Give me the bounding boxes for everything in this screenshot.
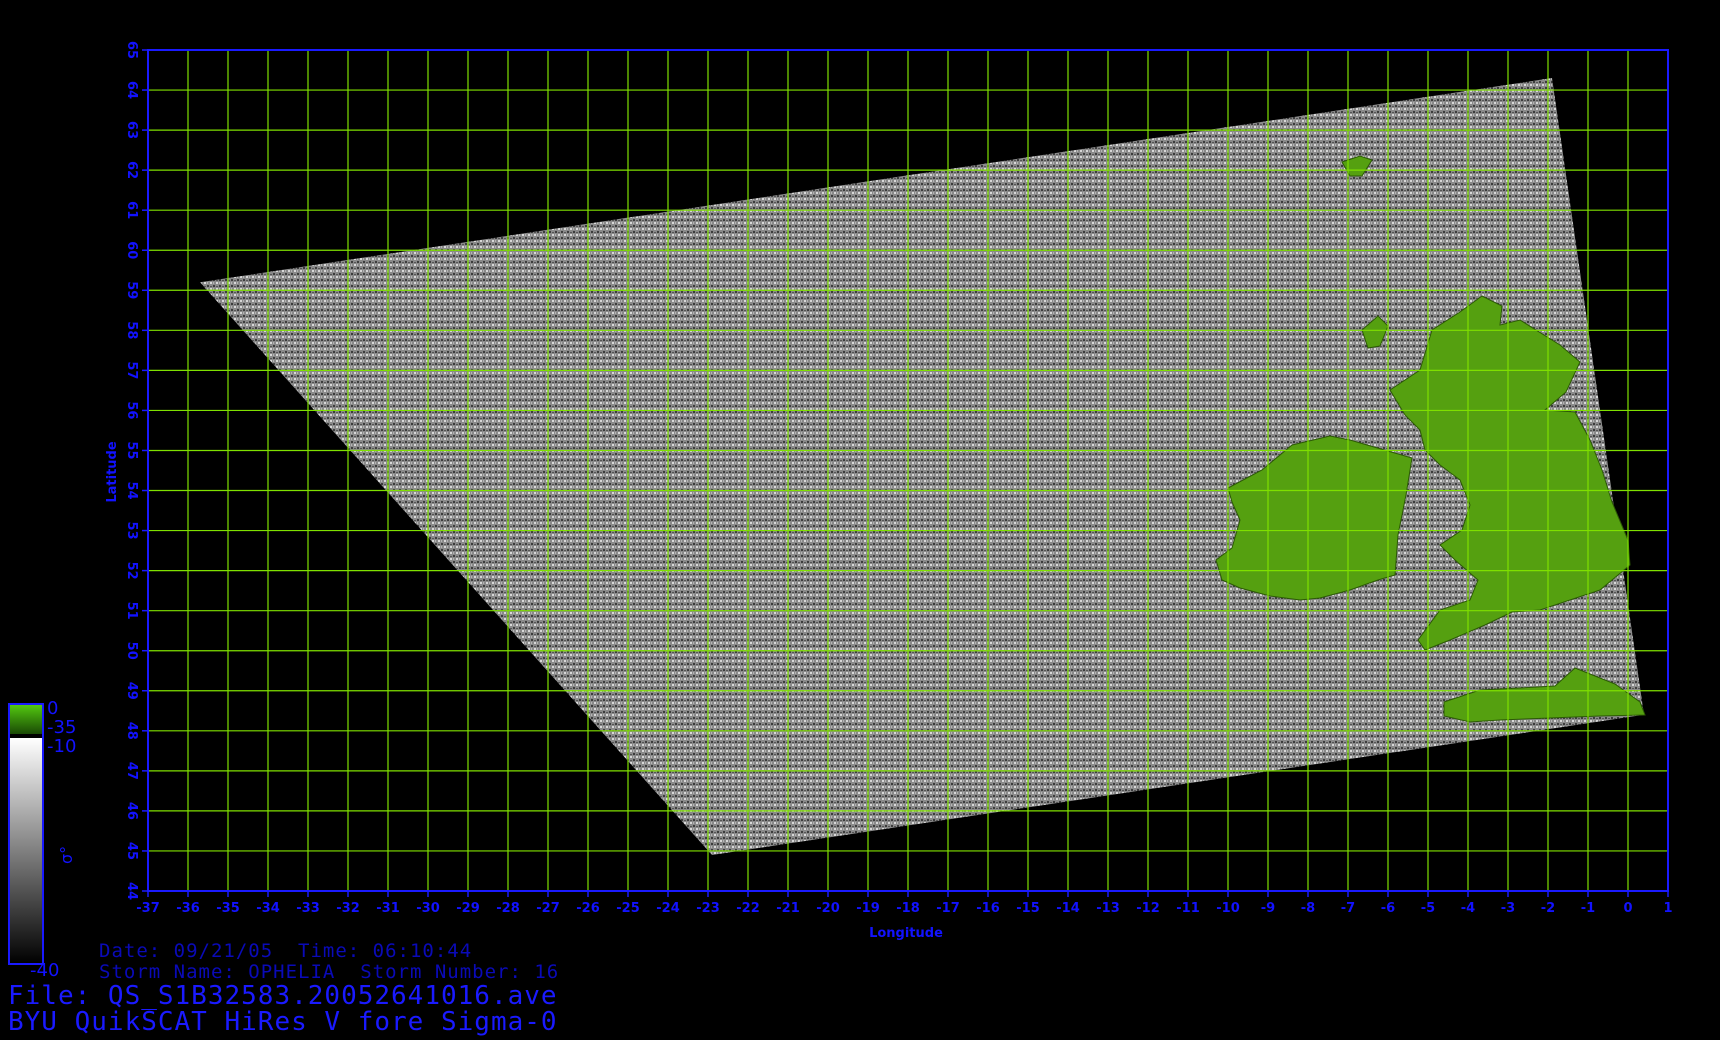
y-tick-label: 56: [124, 401, 139, 419]
x-tick-label: -22: [736, 901, 760, 916]
colorbar-label-top: 0: [47, 698, 58, 719]
colorbar-label-mid2: -10: [47, 736, 76, 757]
x-tick-label: -15: [1016, 901, 1040, 916]
y-tick-label: 64: [124, 81, 139, 99]
x-tick-label: -24: [656, 901, 680, 916]
x-tick-label: -30: [416, 901, 440, 916]
y-tick-label: 45: [124, 842, 139, 860]
x-tick-label: -34: [256, 901, 280, 916]
y-tick-label: 57: [124, 361, 139, 379]
y-tick-label: 54: [124, 481, 139, 499]
colorbar-gray-segment: [9, 738, 43, 964]
x-tick-label: -33: [296, 901, 320, 916]
x-tick-label: -31: [376, 901, 400, 916]
y-tick-label: 65: [124, 41, 139, 59]
x-tick-label: -11: [1176, 901, 1200, 916]
x-tick-label: -8: [1301, 901, 1315, 916]
y-tick-label: 59: [124, 281, 139, 299]
x-tick-label: -7: [1341, 901, 1355, 916]
x-tick-label: -16: [976, 901, 1000, 916]
x-tick-label: -12: [1136, 901, 1160, 916]
x-axis-label: Longitude: [869, 926, 943, 941]
x-tick-label: 1: [1663, 901, 1672, 916]
date-time-line: Date: 09/21/05 Time: 06:10:44: [99, 940, 473, 962]
x-tick-label: -28: [496, 901, 520, 916]
y-tick-label: 63: [124, 121, 139, 139]
x-tick-label: -14: [1056, 901, 1080, 916]
x-tick-label: -4: [1461, 901, 1475, 916]
storm-line: Storm Name: OPHELIA Storm Number: 16: [99, 961, 560, 983]
x-tick-label: -6: [1381, 901, 1395, 916]
y-tick-label: 46: [124, 802, 139, 820]
y-tick-label: 47: [124, 762, 139, 780]
x-tick-label: -13: [1096, 901, 1120, 916]
x-tick-label: 0: [1623, 901, 1632, 916]
y-tick-label: 49: [124, 682, 139, 700]
x-tick-label: -5: [1421, 901, 1435, 916]
y-axis-label: Latitude: [105, 441, 120, 503]
product-line: BYU QuikSCAT HiRes V fore Sigma-0: [8, 1007, 558, 1037]
x-tick-label: -36: [176, 901, 200, 916]
y-tick-labels: 44 45 46 47 48 49 50 51 52 53 54 55 56 57 58 59 60 61 62 63…: [124, 41, 148, 900]
x-tick-label: -9: [1261, 901, 1275, 916]
x-tick-label: -23: [696, 901, 720, 916]
x-tick-label: -29: [456, 901, 480, 916]
x-tick-label: -17: [936, 901, 960, 916]
x-tick-label: -18: [896, 901, 920, 916]
x-tick-label: -2: [1541, 901, 1555, 916]
y-tick-label: 61: [124, 201, 139, 219]
x-tick-label: -37: [136, 901, 160, 916]
y-tick-label: 52: [124, 562, 139, 580]
y-tick-label: 58: [124, 321, 139, 339]
x-tick-label: -20: [816, 901, 840, 916]
x-tick-label: -19: [856, 901, 880, 916]
y-tick-label: 44: [124, 882, 139, 900]
y-tick-label: 48: [124, 722, 139, 740]
y-tick-label: 51: [124, 602, 139, 620]
x-tick-label: -25: [616, 901, 640, 916]
colorbar: 0 -35 -10 -40 σ°: [8, 698, 76, 981]
colorbar-symbol: σ°: [57, 846, 76, 864]
x-tick-label: -10: [1216, 901, 1240, 916]
y-tick-label: 60: [124, 241, 139, 259]
x-tick-label: -3: [1501, 901, 1515, 916]
x-tick-label: -27: [536, 901, 560, 916]
x-tick-label: -1: [1581, 901, 1595, 916]
x-tick-label: -35: [216, 901, 240, 916]
map-figure: -37 -36 -35 -34 -33 -32 -31 -30 -29 -28 -27 -26 -25-…: [8, 41, 1673, 981]
colorbar-label-mid1: -35: [47, 717, 76, 738]
y-tick-label: 53: [124, 522, 139, 540]
x-tick-label: -26: [576, 901, 600, 916]
y-tick-label: 50: [124, 642, 139, 660]
colorbar-green-segment: [9, 704, 43, 734]
x-tick-label: -21: [776, 901, 800, 916]
y-tick-label: 55: [124, 441, 139, 459]
y-tick-label: 62: [124, 161, 139, 179]
x-tick-label: -32: [336, 901, 360, 916]
colorbar-label-bottom: -40: [30, 960, 59, 981]
x-tick-labels: -37 -36 -35 -34 -33 -32 -31 -30 -29 -28 -27 -26 -25-…: [136, 891, 1673, 916]
